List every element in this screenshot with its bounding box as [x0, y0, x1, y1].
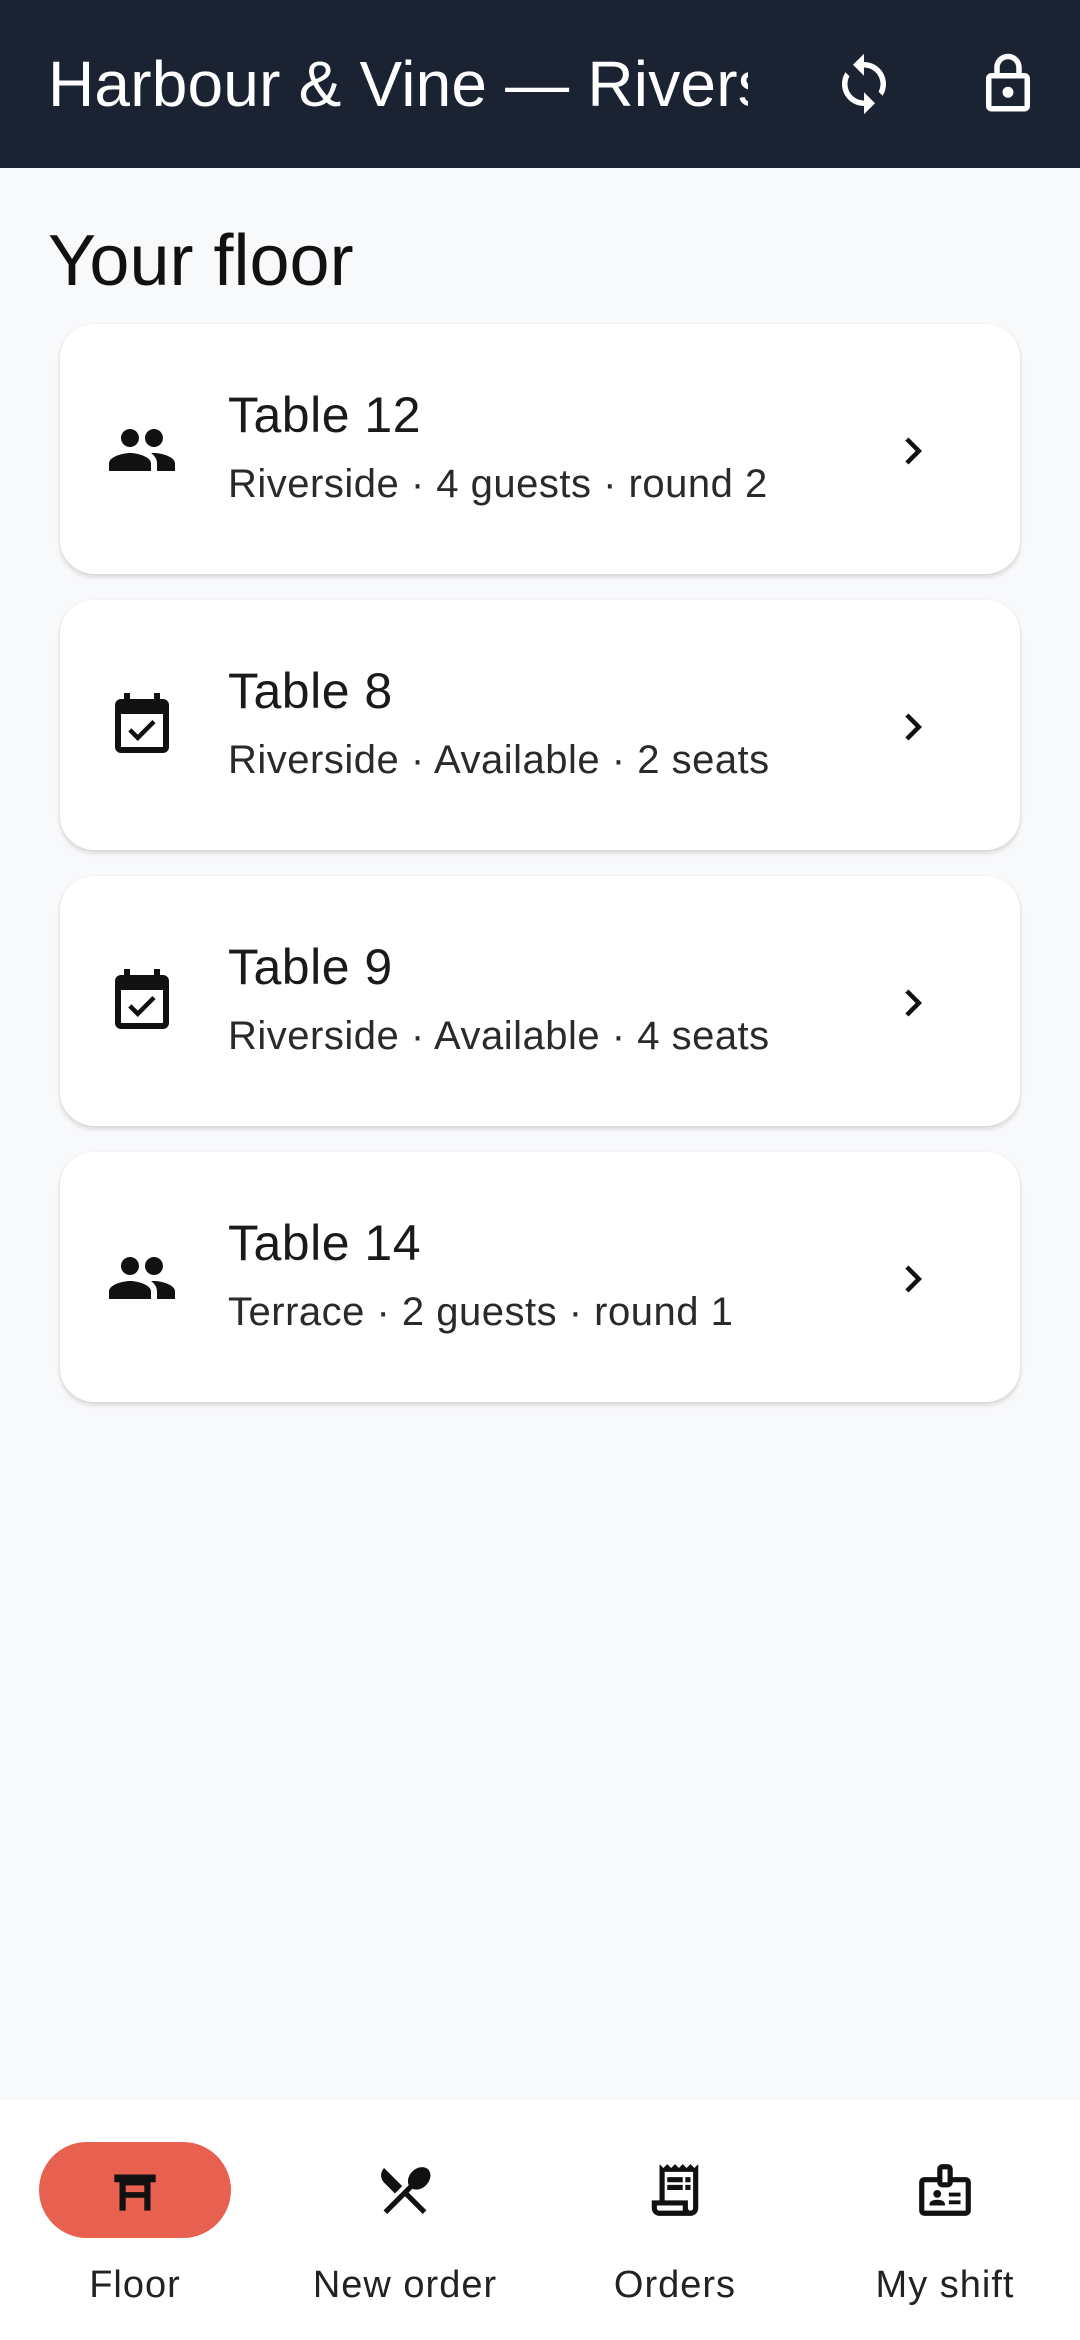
table-title: Table 8 [228, 663, 393, 719]
app-title: Harbour & Vine — Riverside [48, 48, 748, 120]
nav-item-new-order[interactable]: New order [270, 2100, 540, 2340]
nav-icon-container [309, 2142, 501, 2238]
nav-item-floor[interactable]: Floor [0, 2100, 270, 2340]
people-icon [106, 1242, 178, 1314]
nav-icon-container [579, 2142, 771, 2238]
table-title: Table 14 [228, 1215, 422, 1271]
table-card[interactable]: Table 8 Riverside · Available · 2 seats [60, 600, 1020, 850]
table-title: Table 9 [228, 939, 393, 995]
chevron-right-icon [886, 1252, 940, 1306]
nav-item-my-shift[interactable]: My shift [810, 2100, 1080, 2340]
chevron-right-icon [886, 424, 940, 478]
app-root: Harbour & Vine — Riverside Your floor Ta… [0, 0, 1080, 2340]
table-list: Table 12 Riverside · 4 guests · round 2 … [60, 324, 1020, 1428]
receipt-icon [651, 2164, 699, 2216]
table-subtitle: Terrace · 2 guests · round 1 [228, 1290, 734, 1334]
people-icon [106, 414, 178, 486]
nav-icon-container [849, 2142, 1041, 2238]
chevron-right-icon [886, 976, 940, 1030]
table-subtitle: Riverside · Available · 2 seats [228, 738, 770, 782]
table-subtitle: Riverside · 4 guests · round 2 [228, 462, 768, 506]
top-app-bar: Harbour & Vine — Riverside [0, 0, 1080, 168]
sync-icon [842, 53, 886, 115]
nav-label: Floor [89, 2264, 181, 2306]
table-card[interactable]: Table 12 Riverside · 4 guests · round 2 [60, 324, 1020, 574]
utensils-icon [381, 2167, 431, 2214]
lock-icon [986, 53, 1030, 112]
nav-label: New order [312, 2264, 498, 2306]
nav-label: Orders [613, 2264, 737, 2306]
table-subtitle: Riverside · Available · 4 seats [228, 1014, 770, 1058]
calendar-check-icon [106, 966, 178, 1038]
lock-button[interactable] [966, 42, 1050, 126]
table-icon [114, 2174, 156, 2211]
nav-item-orders[interactable]: Orders [540, 2100, 810, 2340]
table-title: Table 12 [228, 387, 422, 443]
badge-icon [919, 2164, 971, 2216]
table-card[interactable]: Table 14 Terrace · 2 guests · round 1 [60, 1152, 1020, 1402]
nav-active-indicator [39, 2142, 231, 2238]
chevron-right-icon [886, 700, 940, 754]
table-card[interactable]: Table 9 Riverside · Available · 4 seats [60, 876, 1020, 1126]
calendar-check-icon [106, 690, 178, 762]
bottom-navigation: Floor New order Orders My shift [0, 2100, 1080, 2340]
page-title: Your floor [48, 221, 354, 301]
nav-label: My shift [875, 2264, 1015, 2306]
sync-button[interactable] [822, 42, 906, 126]
